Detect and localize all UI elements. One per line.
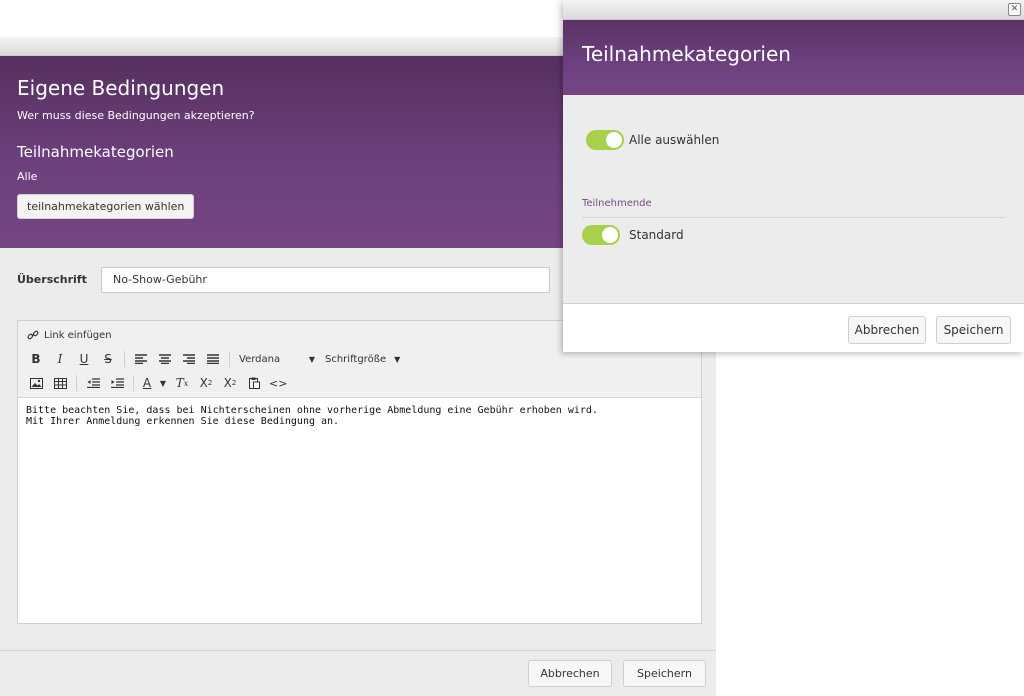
rich-text-editor: Link einfügen B I U S Verdana ▼ Schriftg…: [17, 320, 702, 624]
toggle-knob: [606, 132, 622, 148]
heading-label: Überschrift: [17, 273, 87, 286]
standard-label: Standard: [629, 228, 684, 242]
save-button[interactable]: Speichern: [936, 316, 1011, 344]
content-line-2: Mit Ihrer Anmeldung erkennen Sie diese B…: [26, 416, 340, 427]
group-label: Teilnehmende: [582, 198, 652, 209]
toolbar-separator: [76, 375, 77, 391]
text-color-icon[interactable]: A: [138, 373, 156, 393]
save-button[interactable]: Speichern: [623, 660, 706, 687]
section-title: Teilnahmekategorien: [17, 143, 174, 161]
dialog-subtitle: Wer muss diese Bedingungen akzeptieren?: [17, 109, 255, 122]
standard-toggle[interactable]: [582, 225, 620, 245]
align-right-icon[interactable]: [177, 349, 201, 369]
dialog-titlebar: ✕: [563, 0, 1024, 20]
dialog-header: Teilnahmekategorien: [563, 20, 1024, 95]
font-size-value: Schriftgröße: [325, 353, 387, 365]
choose-categories-button[interactable]: teilnahmekategorien wählen: [17, 194, 195, 219]
select-all-toggle[interactable]: [586, 130, 624, 150]
toggle-knob: [602, 227, 618, 243]
select-all-label: Alle auswählen: [629, 133, 720, 147]
clear-format-icon[interactable]: Tx: [170, 373, 194, 393]
dialog-title: Eigene Bedingungen: [17, 76, 225, 100]
close-icon[interactable]: ✕: [1008, 3, 1021, 16]
underline-icon[interactable]: U: [72, 349, 96, 369]
link-icon[interactable]: [24, 325, 42, 345]
image-icon[interactable]: [24, 373, 48, 393]
paste-icon[interactable]: [242, 373, 266, 393]
align-center-icon[interactable]: [153, 349, 177, 369]
italic-icon[interactable]: I: [48, 349, 72, 369]
source-code-icon[interactable]: <>: [266, 373, 290, 393]
chevron-down-icon: ▼: [308, 354, 315, 364]
dialog-title: Teilnahmekategorien: [582, 42, 791, 66]
insert-link-button[interactable]: Link einfügen: [42, 325, 115, 345]
font-family-value: Verdana: [239, 353, 281, 365]
table-icon[interactable]: [48, 373, 72, 393]
align-justify-icon[interactable]: [201, 349, 225, 369]
editor-content[interactable]: Bitte beachten Sie, dass bei Nichtersche…: [18, 397, 701, 623]
subscript-icon[interactable]: X2: [194, 373, 218, 393]
chevron-down-icon: ▼: [394, 354, 401, 364]
outdent-icon[interactable]: [81, 373, 105, 393]
superscript-icon[interactable]: X2: [218, 373, 242, 393]
toolbar-separator: [133, 375, 134, 391]
cancel-button[interactable]: Abbrechen: [528, 660, 612, 687]
toolbar-separator: [229, 351, 230, 367]
bold-icon[interactable]: B: [24, 349, 48, 369]
indent-icon[interactable]: [105, 373, 129, 393]
cancel-button[interactable]: Abbrechen: [848, 316, 926, 344]
heading-input[interactable]: No-Show-Gebühr: [101, 267, 550, 293]
categories-dialog: ✕ Teilnahmekategorien Alle auswählen Tei…: [563, 0, 1024, 352]
content-line-1: Bitte beachten Sie, dass bei Nichtersche…: [26, 405, 598, 416]
toolbar-separator: [124, 351, 125, 367]
chevron-down-icon[interactable]: ▼: [156, 373, 170, 393]
font-size-select[interactable]: Schriftgröße ▼: [320, 349, 405, 369]
footer-divider: [0, 650, 716, 651]
strikethrough-icon[interactable]: S: [96, 349, 120, 369]
section-value: Alle: [17, 170, 38, 183]
group-divider: [582, 217, 1005, 218]
align-left-icon[interactable]: [129, 349, 153, 369]
dialog-footer: Abbrechen Speichern: [563, 304, 1024, 352]
font-family-select[interactable]: Verdana ▼: [234, 349, 320, 369]
